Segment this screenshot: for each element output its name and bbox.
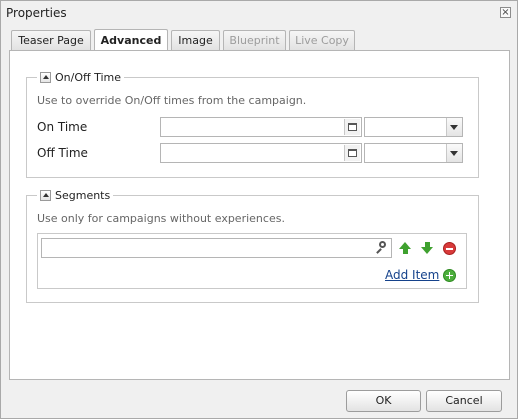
onoff-fieldset: On/Off Time Use to override On/Off times… <box>26 70 479 178</box>
segments-hint: Use only for campaigns without experienc… <box>37 212 285 225</box>
add-icon[interactable] <box>443 269 456 282</box>
tab-blueprint: Blueprint <box>223 30 286 50</box>
tab-label: Image <box>178 34 213 47</box>
segments-fieldset: Segments Use only for campaigns without … <box>26 188 479 303</box>
segments-legend: Segments <box>37 188 114 202</box>
onoff-legend: On/Off Time <box>37 70 124 84</box>
chevron-down-icon[interactable] <box>446 144 462 162</box>
tab-teaser-page[interactable]: Teaser Page <box>11 30 91 50</box>
search-icon[interactable] <box>374 240 390 256</box>
tab-advanced[interactable]: Advanced <box>94 29 168 50</box>
properties-dialog: Properties × Teaser Page Advanced Image … <box>0 0 518 419</box>
tab-label: Blueprint <box>229 34 280 47</box>
tab-label: Live Copy <box>295 34 349 47</box>
chevron-down-icon[interactable] <box>446 118 462 136</box>
onoff-hint: Use to override On/Off times from the ca… <box>37 94 307 107</box>
collapse-icon[interactable] <box>40 71 51 83</box>
cancel-button[interactable]: Cancel <box>426 390 502 412</box>
add-item-link[interactable]: Add Item <box>385 268 439 282</box>
move-up-icon[interactable] <box>399 242 412 255</box>
dialog-titlebar[interactable]: Properties × <box>1 1 517 25</box>
calendar-icon[interactable] <box>344 119 360 135</box>
off-time-label: Off Time <box>37 146 88 160</box>
dialog-title: Properties <box>6 6 67 20</box>
move-down-icon[interactable] <box>421 242 434 255</box>
advanced-panel: On/Off Time Use to override On/Off times… <box>9 50 510 380</box>
close-icon[interactable]: × <box>500 7 511 18</box>
on-time-time-select[interactable] <box>364 117 463 137</box>
tab-live-copy: Live Copy <box>289 30 355 50</box>
tab-label: Teaser Page <box>18 34 84 47</box>
tab-label: Advanced <box>100 34 162 47</box>
segments-multifield: Add Item <box>37 233 467 289</box>
off-time-time-select[interactable] <box>364 143 463 163</box>
calendar-icon[interactable] <box>344 145 360 161</box>
on-time-label: On Time <box>37 120 88 134</box>
remove-icon[interactable] <box>443 242 456 255</box>
off-time-date-field[interactable] <box>160 143 362 163</box>
segments-legend-label: Segments <box>55 188 111 202</box>
collapse-icon[interactable] <box>40 189 51 201</box>
ok-label: OK <box>375 394 392 407</box>
tab-image[interactable]: Image <box>171 30 220 50</box>
segment-path-input[interactable] <box>41 238 392 258</box>
cancel-label: Cancel <box>445 394 483 407</box>
onoff-legend-label: On/Off Time <box>55 70 121 84</box>
on-time-date-field[interactable] <box>160 117 362 137</box>
ok-button[interactable]: OK <box>346 390 421 412</box>
